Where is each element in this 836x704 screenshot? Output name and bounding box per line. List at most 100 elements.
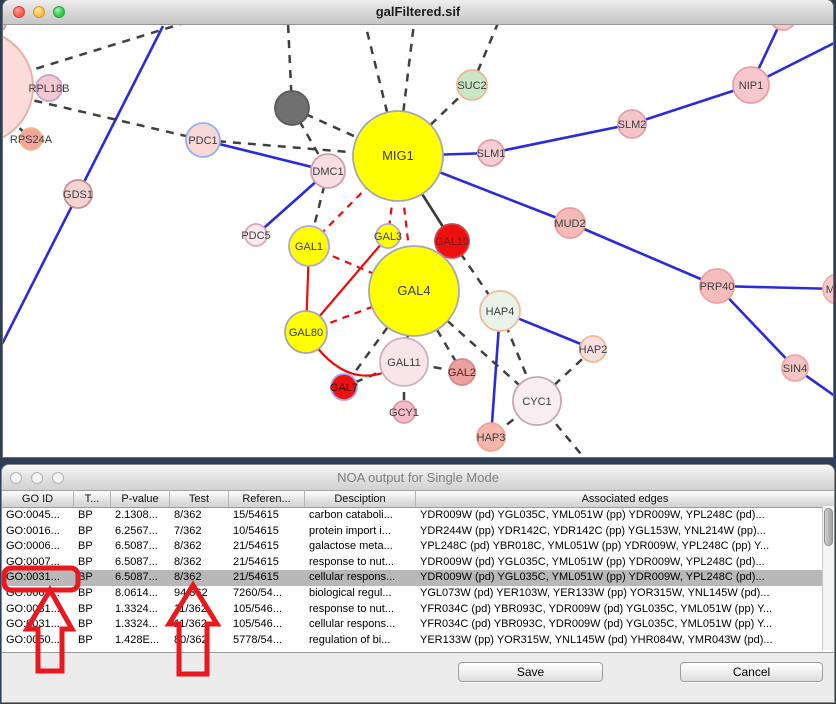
node-RPL18B[interactable]: RPL18B xyxy=(29,75,70,101)
table-cell: BP xyxy=(74,617,111,633)
node-corner-sliver[interactable] xyxy=(3,25,6,32)
column-header-desciption[interactable]: Desciption xyxy=(305,491,416,507)
node-label-HAP3: HAP3 xyxy=(477,432,506,444)
table-row[interactable]: GO:0065...BP8.0614...94/3627260/54...bio… xyxy=(2,586,834,602)
table-cell: BP xyxy=(74,570,111,586)
table-cell: BP xyxy=(74,555,111,571)
table-cell: BP xyxy=(74,508,111,524)
node-GCY1[interactable]: GCY1 xyxy=(389,401,419,423)
zoom-button[interactable] xyxy=(53,6,65,18)
column-header-t[interactable]: T... xyxy=(74,491,111,507)
node-PDC1[interactable]: PDC1 xyxy=(186,123,220,157)
table-row[interactable]: GO:0050...BP1.428E...80/3625778/54...reg… xyxy=(2,633,834,649)
network-canvas[interactable]: RPL18B RPS24A GDS1 PDC1 MIG1 SUC2 SLM1 DMC1 SLM2… xyxy=(3,25,833,457)
table-cell: GO:0007... xyxy=(2,555,74,571)
node-GDS1[interactable]: GDS1 xyxy=(63,180,93,208)
node-MUD2[interactable]: MUD2 xyxy=(554,208,585,238)
table-row[interactable]: GO:0007...BP6.5087...8/36221/54615respon… xyxy=(2,555,834,571)
node-HAP4[interactable]: HAP4 xyxy=(480,291,520,331)
table-row[interactable]: GO:0016...BP6.2567...7/36210/54615protei… xyxy=(2,524,834,540)
noa-window-title: NOA output for Single Mode xyxy=(2,465,834,490)
node-SUC2[interactable]: SUC2 xyxy=(457,70,487,100)
node-gray-node[interactable] xyxy=(275,91,309,125)
node-GAL2[interactable]: GAL2 xyxy=(448,359,476,385)
cancel-button[interactable]: Cancel xyxy=(680,662,823,682)
close-button[interactable] xyxy=(10,472,22,484)
network-window-titlebar[interactable]: galFiltered.sif xyxy=(3,0,833,25)
table-cell: YDR244W (pp) YDR142C, YDR142C (pp) YGL15… xyxy=(416,524,834,540)
node-GAL11[interactable]: GAL11 xyxy=(380,338,428,386)
scrollbar-thumb[interactable] xyxy=(824,508,833,546)
node-GAL80[interactable]: GAL80 xyxy=(285,311,327,353)
node-label-DMC1: DMC1 xyxy=(312,166,343,178)
button-panel: Save Cancel xyxy=(2,653,834,702)
zoom-button[interactable] xyxy=(52,472,64,484)
save-button[interactable]: Save xyxy=(458,662,603,682)
column-header-go-id[interactable]: GO ID xyxy=(2,491,74,507)
node-label-RPS24A: RPS24A xyxy=(10,134,53,146)
node-label-GAL7: GAL7 xyxy=(330,382,358,394)
node-label-SLM1: SLM1 xyxy=(477,148,506,160)
table-cell: 8.0614... xyxy=(111,586,170,602)
table-cell: 1.3324... xyxy=(111,602,170,618)
table-cell: 5778/54... xyxy=(229,633,305,649)
node-SLM1[interactable]: SLM1 xyxy=(477,140,506,166)
node-GAL10[interactable]: GAL10 xyxy=(435,224,469,258)
table-row[interactable]: GO:0031...BP1.3324...11/362105/546...res… xyxy=(2,602,834,618)
node-HAP3[interactable]: HAP3 xyxy=(477,423,506,451)
node-SLM2[interactable]: SLM2 xyxy=(618,110,647,138)
node-GAL3[interactable]: GAL3 xyxy=(374,224,402,248)
table-row[interactable]: GO:0045...BP2.1308...8/36215/54615carbon… xyxy=(2,508,834,524)
node-label-GAL11: GAL11 xyxy=(387,357,420,369)
minimize-button[interactable] xyxy=(31,472,43,484)
node-RPS24A[interactable]: RPS24A xyxy=(10,128,53,150)
column-header-associated-edges[interactable]: Associated edges xyxy=(416,491,834,507)
column-header-referen[interactable]: Referen... xyxy=(229,491,305,507)
node-GAL4[interactable]: GAL4 xyxy=(369,246,459,336)
table-cell: 94/362 xyxy=(170,586,229,602)
node-CYC1[interactable]: CYC1 xyxy=(513,377,561,425)
table-cell: BP xyxy=(74,602,111,618)
minimize-button[interactable] xyxy=(33,6,45,18)
network-graph: RPL18B RPS24A GDS1 PDC1 MIG1 SUC2 SLM1 DMC1 SLM2… xyxy=(3,25,833,457)
node-MIG1[interactable]: MIG1 xyxy=(353,111,443,201)
node-label-SIN4: SIN4 xyxy=(783,363,807,375)
table-cell: GO:0031... xyxy=(2,602,74,618)
node-label-MIG1: MIG1 xyxy=(382,148,414,163)
table-row[interactable]: GO:0031...BP1.3324...11/362105/546...cel… xyxy=(2,617,834,633)
node-SIN4[interactable]: SIN4 xyxy=(782,355,808,381)
vertical-scrollbar[interactable] xyxy=(822,506,834,650)
node-label-HAP4: HAP4 xyxy=(486,306,515,318)
node-HAP2[interactable]: HAP2 xyxy=(579,336,608,362)
node-label-MSN: MSN xyxy=(826,284,833,296)
table-cell: 10/54615 xyxy=(229,524,305,540)
table-cell: 8/362 xyxy=(170,555,229,571)
table-row[interactable]: GO:0006...BP6.5087...8/36221/54615galact… xyxy=(2,539,834,555)
network-window: galFiltered.sif RPL18B RPS24A GDS1 PDC1 MIG1… xyxy=(3,0,833,457)
table-cell: YPL248C (pd) YBR018C, YML051W (pp) YDR00… xyxy=(416,539,834,555)
node-NIP1[interactable]: NIP1 xyxy=(733,67,769,103)
node-PRP40[interactable]: PRP40 xyxy=(700,269,735,303)
table-cell: YGL073W (pd) YER103W, YER133W (pp) YOR31… xyxy=(416,586,834,602)
node-top-right-node[interactable] xyxy=(770,25,796,30)
table-cell: 6.5087... xyxy=(111,555,170,571)
node-label-HAP2: HAP2 xyxy=(579,344,608,356)
table-row[interactable]: GO:0031...BP6.5087...8/36221/54615cellul… xyxy=(2,570,834,586)
node-GAL1[interactable]: GAL1 xyxy=(289,226,329,266)
column-header-test[interactable]: Test xyxy=(170,491,229,507)
table-cell: 8/362 xyxy=(170,570,229,586)
column-header-p-value[interactable]: P-value xyxy=(111,491,170,507)
node-MSN[interactable]: MSN xyxy=(823,274,833,304)
table-cell: 21/54615 xyxy=(229,539,305,555)
node-DMC1[interactable]: DMC1 xyxy=(311,154,345,188)
table-cell: carbon cataboli... xyxy=(305,508,416,524)
table-cell: response to nut... xyxy=(305,602,416,618)
close-button[interactable] xyxy=(13,6,25,18)
node-GAL7[interactable]: GAL7 xyxy=(330,374,358,400)
table-cell: 105/546... xyxy=(229,617,305,633)
noa-window-titlebar[interactable]: NOA output for Single Mode xyxy=(2,465,834,491)
table-cell: 6.5087... xyxy=(111,570,170,586)
node-label-PRP40: PRP40 xyxy=(700,281,735,293)
table-cell: GO:0006... xyxy=(2,539,74,555)
table-cell: YER133W (pp) YOR315W, YNL145W (pd) YHR08… xyxy=(416,633,834,649)
